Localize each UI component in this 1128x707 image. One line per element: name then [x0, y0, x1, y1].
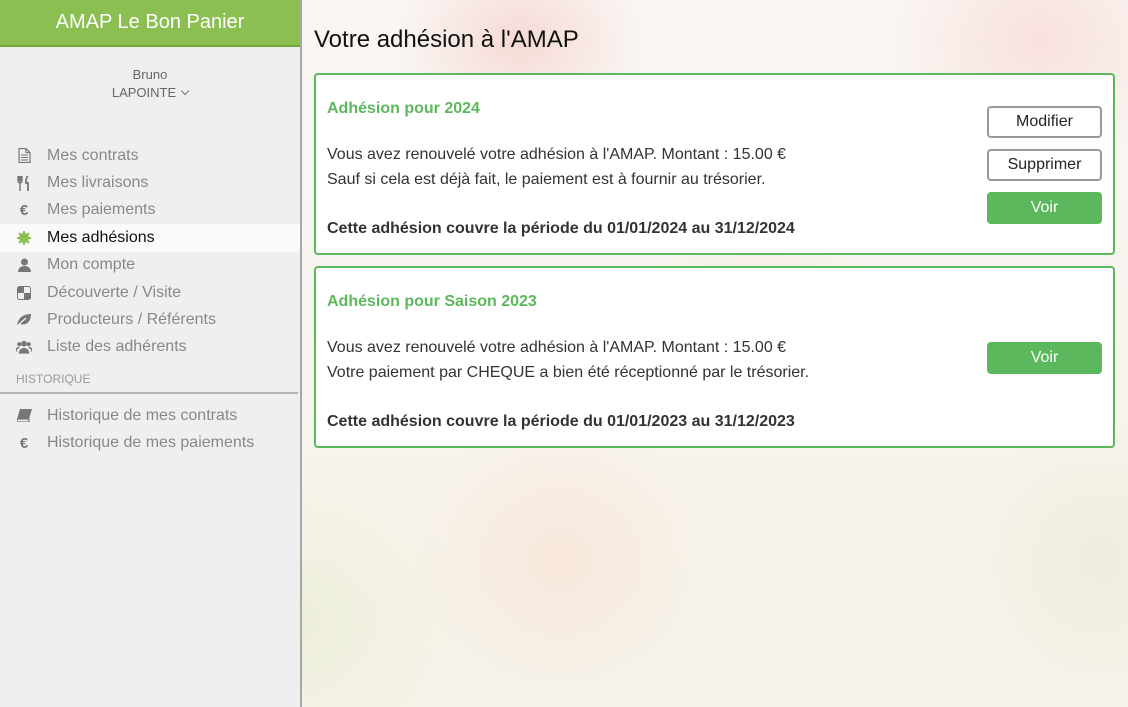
nav-item-label: Historique de mes contrats: [47, 406, 238, 424]
app-title[interactable]: AMAP Le Bon Panier: [0, 0, 300, 47]
nav-item-label: Producteurs / Référents: [47, 311, 216, 329]
card-period: Cette adhésion couvre la période du 01/0…: [327, 413, 795, 430]
user-menu-toggle[interactable]: LAPOINTE: [111, 83, 190, 103]
delete-button[interactable]: Supprimer: [987, 149, 1102, 181]
chevron-down-icon: [180, 86, 190, 96]
user-block: Bruno LAPOINTE: [0, 47, 300, 157]
nav-item-producteurs[interactable]: Producteurs / Référents: [0, 306, 300, 333]
nav-item-mes-paiements[interactable]: € Mes paiements: [0, 197, 300, 224]
main-nav: Mes contrats Mes livraisons € Mes paieme…: [0, 142, 300, 361]
nav-item-label: Historique de mes paiements: [47, 434, 255, 452]
nav-item-label: Mes paiements: [47, 201, 156, 219]
main-content: Votre adhésion à l'AMAP Adhésion pour 20…: [302, 0, 1128, 707]
nav-item-mes-livraisons[interactable]: Mes livraisons: [0, 169, 300, 196]
nav-item-mes-contrats[interactable]: Mes contrats: [0, 142, 300, 169]
membership-card-2023: Adhésion pour Saison 2023 Vous avez reno…: [314, 266, 1115, 448]
sidebar: AMAP Le Bon Panier Bruno LAPOINTE Mes co…: [0, 0, 302, 707]
modify-button[interactable]: Modifier: [987, 106, 1102, 138]
card-text-line: Vous avez renouvelé votre adhésion à l'A…: [327, 339, 787, 356]
checkerboard-icon: [16, 285, 32, 301]
membership-card-2024: Adhésion pour 2024 Vous avez renouvelé v…: [314, 73, 1115, 255]
nav-item-mon-compte[interactable]: Mon compte: [0, 252, 300, 279]
user-last-name: LAPOINTE: [111, 85, 177, 100]
euro-icon: €: [19, 201, 29, 219]
nav-item-historique-contrats[interactable]: Historique de mes contrats: [0, 402, 300, 429]
nav-item-mes-adhesions[interactable]: Mes adhésions: [0, 224, 300, 252]
card-title: Adhésion pour 2024: [327, 100, 480, 117]
book-icon: [16, 408, 32, 424]
card-title: Adhésion pour Saison 2023: [327, 293, 537, 310]
card-text-line: Sauf si cela est déjà fait, le paiement …: [327, 171, 766, 188]
nav-item-label: Découverte / Visite: [47, 283, 181, 301]
view-button[interactable]: Voir: [987, 192, 1102, 224]
badge-icon: [16, 230, 32, 246]
nav-item-label: Mon compte: [47, 256, 136, 274]
leaf-icon: [16, 312, 32, 328]
card-text-line: Vous avez renouvelé votre adhésion à l'A…: [327, 146, 787, 163]
cutlery-icon: [16, 175, 32, 191]
nav-item-label: Mes livraisons: [47, 174, 149, 192]
nav-item-label: Liste des adhérents: [47, 338, 187, 356]
nav-item-historique-paiements[interactable]: € Historique de mes paiements: [0, 430, 300, 457]
nav-item-liste-adherents[interactable]: Liste des adhérents: [0, 334, 300, 361]
page-title: Votre adhésion à l'AMAP: [314, 26, 579, 53]
view-button[interactable]: Voir: [987, 342, 1102, 374]
nav-item-decouverte[interactable]: Découverte / Visite: [0, 279, 300, 306]
file-icon: [16, 148, 32, 164]
euro-icon: €: [19, 434, 29, 452]
user-first-name: Bruno: [132, 67, 168, 82]
section-label-historique: HISTORIQUE: [0, 372, 298, 395]
card-text-line: Votre paiement par CHEQUE a bien été réc…: [327, 364, 810, 381]
nav-item-label: Mes adhésions: [47, 228, 155, 246]
card-period: Cette adhésion couvre la période du 01/0…: [327, 220, 795, 237]
nav-item-label: Mes contrats: [47, 146, 139, 164]
history-nav: Historique de mes contrats € Historique …: [0, 402, 300, 457]
user-icon: [16, 257, 32, 273]
users-icon: [16, 339, 32, 355]
